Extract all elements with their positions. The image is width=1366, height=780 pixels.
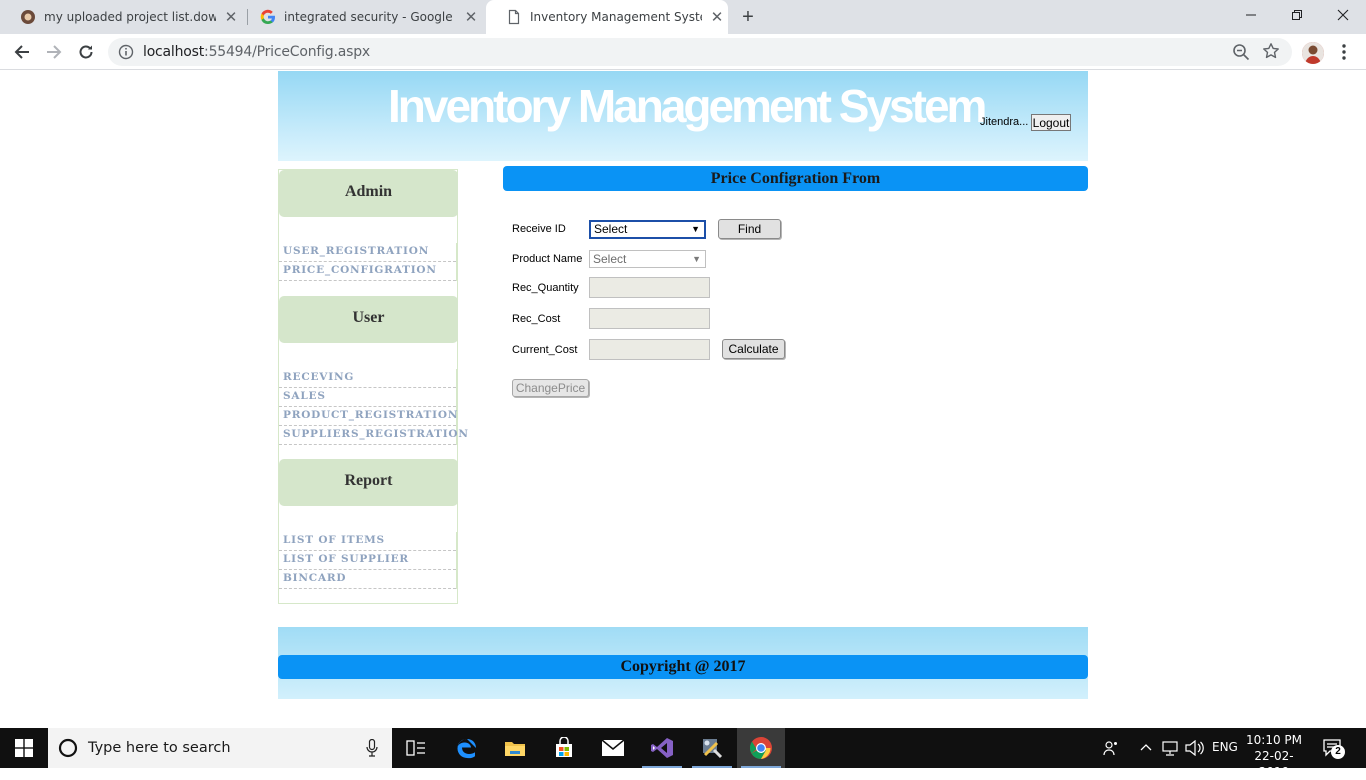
- menu-dots-icon[interactable]: [1336, 42, 1352, 62]
- microphone-icon[interactable]: [366, 739, 378, 757]
- action-center-icon[interactable]: 2: [1322, 738, 1345, 759]
- profile-avatar[interactable]: [1302, 42, 1324, 64]
- mail-icon[interactable]: [589, 728, 637, 768]
- new-tab-icon[interactable]: +: [738, 7, 758, 27]
- change-price-button[interactable]: ChangePrice: [512, 379, 589, 397]
- receive-id-value: Select: [594, 222, 628, 236]
- system-clock[interactable]: 10:10 PM 22-02-2019: [1242, 732, 1306, 780]
- reload-icon[interactable]: [74, 40, 98, 64]
- back-icon[interactable]: [10, 40, 34, 64]
- language-indicator[interactable]: ENG: [1212, 740, 1238, 754]
- url-text: localhost:55494/PriceConfig.aspx: [143, 44, 370, 60]
- tools-icon[interactable]: [688, 728, 736, 768]
- forward-icon[interactable]: [42, 40, 66, 64]
- site-title: Inventory Management System: [388, 80, 987, 132]
- sidebar-heading-user: User: [279, 296, 458, 343]
- sidebar-link-sales[interactable]: SALES: [279, 388, 456, 407]
- sidebar-link-list-of-supplier[interactable]: LIST OF SUPPLIER: [279, 551, 456, 570]
- close-tab-icon[interactable]: ✕: [222, 8, 240, 26]
- find-button[interactable]: Find: [718, 219, 781, 239]
- close-tab-icon[interactable]: ✕: [462, 8, 480, 26]
- page-viewport: Inventory Management System Jitendra... …: [0, 71, 1366, 728]
- sidebar-user-links: RECEVING SALES PRODUCT_REGISTRATION SUPP…: [279, 369, 468, 445]
- calculate-button[interactable]: Calculate: [722, 339, 785, 359]
- clock-date: 22-02-2019: [1254, 749, 1294, 779]
- taskbar-search-box[interactable]: Type here to search: [48, 728, 392, 768]
- rec-quantity-label: Rec_Quantity: [512, 282, 579, 294]
- rec-quantity-input[interactable]: [589, 277, 710, 298]
- network-icon[interactable]: [1162, 740, 1180, 756]
- logout-button[interactable]: Logout: [1031, 114, 1071, 131]
- current-cost-input[interactable]: [589, 339, 710, 360]
- address-bar[interactable]: localhost:55494/PriceConfig.aspx: [108, 38, 1292, 66]
- rec-cost-label: Rec_Cost: [512, 313, 561, 325]
- sidebar-link-user-registration[interactable]: USER_REGISTRATION: [279, 243, 456, 262]
- sidebar-link-price-configration[interactable]: PRICE_CONFIGRATION: [279, 262, 456, 281]
- sidebar-link-suppliers-registration[interactable]: SUPPLIERS_REGISTRATION: [279, 426, 468, 445]
- clock-time: 10:10 PM: [1246, 733, 1302, 747]
- receive-id-label: Receive ID: [512, 223, 566, 235]
- form-heading: Price Configration From: [503, 166, 1088, 191]
- tab-uploaded-projects[interactable]: my uploaded project list.downloa ✕: [0, 0, 248, 34]
- people-icon[interactable]: [1103, 740, 1119, 756]
- url-path: :55494/PriceConfig.aspx: [204, 44, 370, 60]
- product-name-value: Select: [593, 252, 627, 266]
- close-tab-icon[interactable]: ✕: [708, 8, 726, 26]
- zoom-icon[interactable]: [1232, 43, 1250, 61]
- info-icon[interactable]: [118, 44, 134, 60]
- store-icon[interactable]: [540, 728, 588, 768]
- tab-inventory-system[interactable]: Inventory Management System ✕: [486, 0, 728, 34]
- tab-title: Inventory Management System: [530, 10, 702, 24]
- edge-icon[interactable]: [443, 728, 491, 768]
- sidebar-admin-links: USER_REGISTRATION PRICE_CONFIGRATION: [279, 243, 458, 281]
- search-icon: [58, 738, 78, 758]
- page-favicon: [508, 9, 520, 25]
- notification-count-badge: 2: [1331, 745, 1345, 759]
- show-hidden-icons-chevron[interactable]: [1140, 742, 1152, 752]
- windows-start-icon[interactable]: [0, 728, 48, 768]
- minimize-icon[interactable]: [1228, 0, 1274, 30]
- dropdown-arrow-icon: ▼: [692, 254, 701, 264]
- dropdown-arrow-icon: ▼: [691, 224, 700, 234]
- project-favicon: [21, 10, 35, 24]
- sidebar-heading-admin: Admin: [279, 170, 458, 217]
- product-name-label: Product Name: [512, 253, 583, 265]
- copyright-text: Copyright @ 2017: [278, 655, 1088, 679]
- tab-title: my uploaded project list.downloa: [44, 10, 216, 24]
- user-name: Jitendra...: [980, 116, 1029, 128]
- file-explorer-icon[interactable]: [491, 728, 539, 768]
- sidebar-link-list-of-items[interactable]: LIST OF ITEMS: [279, 532, 456, 551]
- sidebar-link-product-registration[interactable]: PRODUCT_REGISTRATION: [279, 407, 457, 426]
- product-name-select[interactable]: Select ▼: [589, 250, 706, 268]
- sidebar-report-links: LIST OF ITEMS LIST OF SUPPLIER BINCARD: [279, 532, 458, 589]
- rec-cost-input[interactable]: [589, 308, 710, 329]
- restore-icon[interactable]: [1274, 0, 1320, 30]
- chrome-icon[interactable]: [737, 728, 785, 768]
- search-placeholder: Type here to search: [88, 740, 231, 756]
- site-header: Inventory Management System Jitendra... …: [278, 71, 1088, 161]
- tab-google-search[interactable]: integrated security - Google Sear ✕: [240, 0, 488, 34]
- current-cost-label: Current_Cost: [512, 344, 578, 356]
- sidebar-heading-report: Report: [279, 459, 458, 506]
- bookmark-star-icon[interactable]: [1262, 42, 1280, 60]
- task-view-icon[interactable]: [392, 728, 440, 768]
- tab-title: integrated security - Google Sear: [284, 10, 456, 24]
- sidebar-link-receving[interactable]: RECEVING: [279, 369, 456, 388]
- visual-studio-icon[interactable]: [638, 728, 686, 768]
- receive-id-select[interactable]: Select ▼: [589, 220, 706, 239]
- close-window-icon[interactable]: [1320, 0, 1366, 30]
- google-favicon: [260, 9, 275, 25]
- browser-toolbar: localhost:55494/PriceConfig.aspx: [0, 34, 1366, 70]
- volume-icon[interactable]: [1185, 740, 1205, 756]
- sidebar: Admin USER_REGISTRATION PRICE_CONFIGRATI…: [278, 169, 468, 604]
- url-host: localhost: [143, 44, 205, 60]
- browser-tab-strip: my uploaded project list.downloa ✕ integ…: [0, 0, 1366, 34]
- sidebar-link-bincard[interactable]: BINCARD: [279, 570, 456, 589]
- site-footer: Copyright @ 2017: [278, 627, 1088, 699]
- windows-taskbar: Type here to search ENG 10:10 PM 22-02-2…: [0, 728, 1366, 779]
